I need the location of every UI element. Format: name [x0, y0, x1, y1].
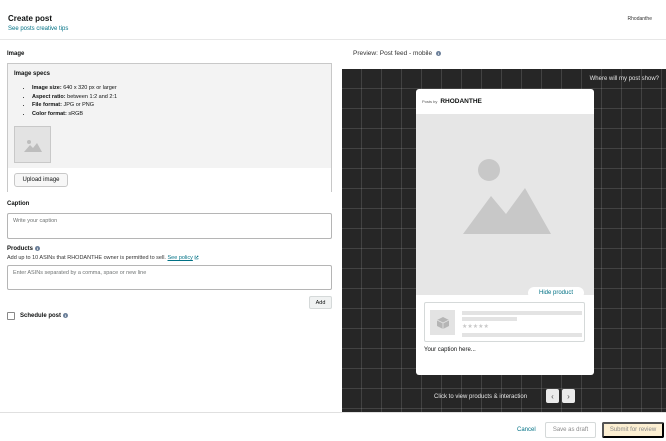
header: Create post See posts creative tips Rhod… [0, 0, 666, 40]
info-icon[interactable]: i [436, 50, 442, 56]
post-form: Image Image specs Image size: 640 x 320 … [0, 40, 342, 412]
spec-item: Color format: sRGB [32, 110, 117, 119]
image-specs-title: Image specs [14, 71, 51, 77]
spec-item: Aspect ratio: between 1:2 and 2:1 [32, 93, 117, 102]
products-help-text: Add up to 10 ASINs that RHODANTHE owner … [7, 255, 199, 261]
footer: Cancel Save as draft Submit for review [0, 412, 666, 441]
external-link-icon [195, 255, 199, 260]
where-will-post-show-link[interactable]: Where will my post show? [590, 76, 659, 82]
phone-brand: RHODANTHE [440, 98, 482, 105]
product-thumbnail [430, 310, 455, 335]
click-interaction-text: Click to view products & interaction [434, 394, 528, 400]
asin-input[interactable]: Enter ASINs separated by a comma, space … [7, 265, 332, 290]
cancel-link[interactable]: Cancel [517, 427, 536, 433]
submit-review-button[interactable]: Submit for review [602, 422, 664, 438]
caption-input[interactable]: Write your caption [7, 213, 332, 239]
post-image-placeholder [416, 114, 594, 295]
creative-tips-link[interactable]: See posts creative tips [8, 26, 68, 32]
spec-item: File format: JPG or PNG [32, 101, 117, 110]
mountain-image-icon [23, 139, 42, 152]
spec-item: Image size: 640 x 320 px or larger [32, 84, 117, 93]
image-thumbnail [14, 126, 51, 163]
phone-caption: Your caption here... [424, 347, 476, 353]
schedule-post-label: Schedule post i [20, 313, 69, 320]
schedule-post-checkbox[interactable] [7, 312, 15, 320]
see-policy-link[interactable]: See policy [168, 255, 193, 261]
preview-label: Preview: Post feed - mobile i [353, 50, 442, 57]
image-section-label: Image [7, 51, 25, 57]
preview-canvas: Where will my post show? Posts by RHODANT… [342, 69, 666, 412]
box-icon [436, 316, 449, 329]
page-title: Create post [8, 14, 53, 23]
product-price-placeholder [462, 333, 582, 337]
products-label: Products i [7, 246, 41, 253]
add-asin-button[interactable]: Add [309, 296, 332, 309]
caption-label: Caption [7, 201, 30, 207]
image-specs-list: Image size: 640 x 320 px or larger Aspec… [28, 84, 117, 118]
upload-image-button[interactable]: Upload image [14, 173, 68, 187]
phone-header: Posts by RHODANTHE [422, 98, 482, 105]
rating-stars: ★★★★★ [462, 324, 489, 330]
mountain-image-icon [463, 159, 551, 234]
product-title-placeholder [462, 311, 582, 315]
chevron-right-icon[interactable]: › [562, 389, 575, 403]
save-draft-button[interactable]: Save as draft [545, 422, 596, 438]
product-subtitle-placeholder [462, 317, 517, 321]
image-upload-box: Image specs Image size: 640 x 320 px or … [7, 63, 332, 192]
product-card[interactable]: ★★★★★ [424, 302, 585, 342]
info-icon[interactable]: i [63, 313, 69, 318]
chevron-left-icon[interactable]: ‹ [546, 389, 559, 403]
preview-panel: Preview: Post feed - mobile i Where will … [342, 40, 666, 412]
brand-name: Rhodanthe [627, 16, 652, 22]
hide-product-button[interactable]: Hide product [528, 287, 584, 299]
phone-preview: Posts by RHODANTHE Hide product ★★★★★ Yo… [416, 89, 594, 375]
info-icon[interactable]: i [35, 246, 41, 251]
